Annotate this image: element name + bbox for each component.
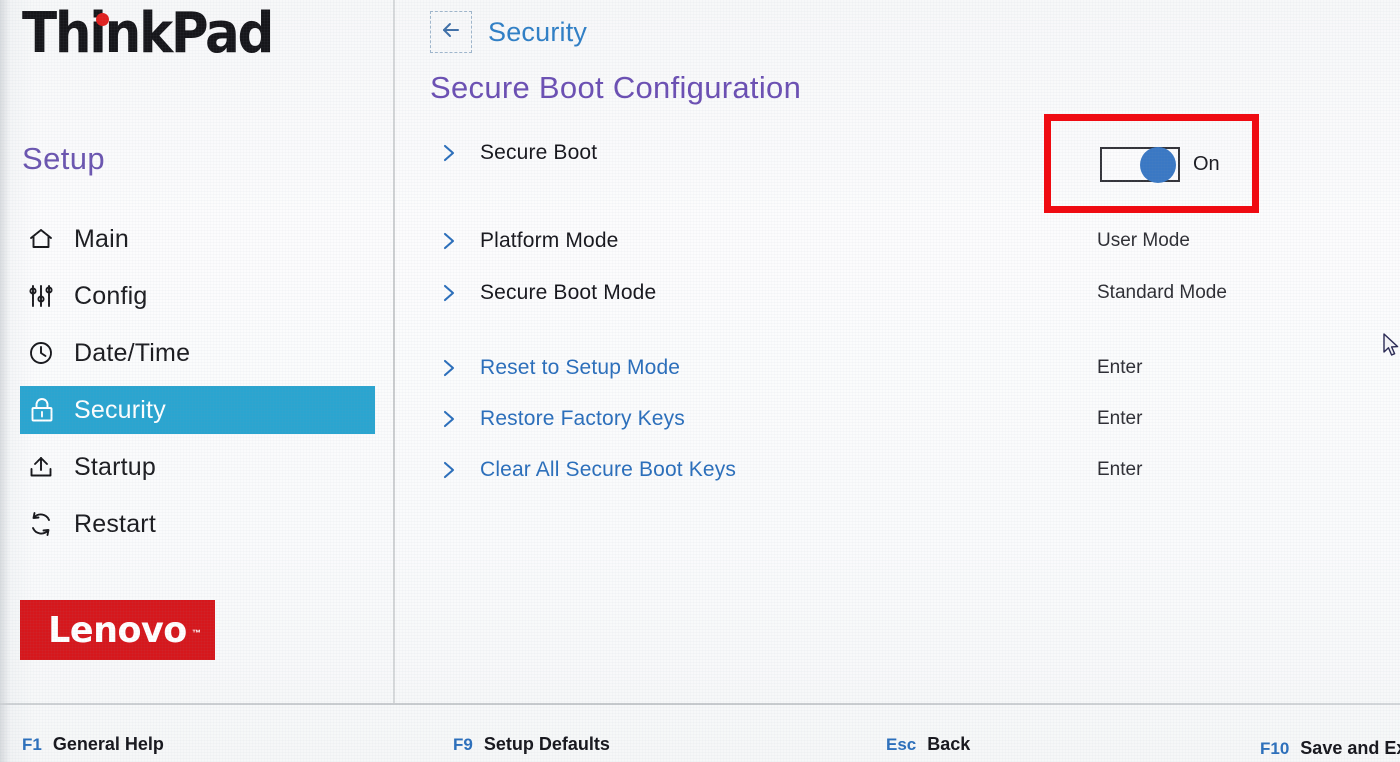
shortcut-key: Esc (886, 735, 917, 754)
bios-setup-screen: ThinkPad Setup Main Config Date/Time Sec… (0, 0, 1400, 762)
setting-value: Enter (1097, 459, 1143, 480)
lenovo-logo: Lenovo ™ (20, 600, 215, 660)
setting-value: Enter (1097, 357, 1143, 378)
chevron-right-icon (440, 143, 458, 163)
sidebar-item-restart[interactable]: Restart (0, 500, 394, 548)
sidebar-item-config[interactable]: Config (0, 272, 394, 320)
lenovo-trademark-mark: ™ (192, 628, 201, 638)
lenovo-logo-text: Lenovo (48, 609, 187, 651)
setting-value: Enter (1097, 408, 1143, 429)
upload-icon (28, 454, 62, 480)
shortcut-key: F1 (22, 735, 42, 754)
footer-shortcut-bar: F1 General Help F9 Setup Defaults Esc Ba… (0, 705, 1400, 762)
lock-icon (28, 396, 62, 424)
setting-label: Restore Factory Keys (480, 407, 685, 430)
shortcut-label: Back (927, 734, 971, 754)
shortcut-key: F9 (453, 735, 473, 754)
shortcut-back[interactable]: Esc Back (886, 734, 970, 755)
setup-title: Setup (22, 141, 106, 176)
secure-boot-toggle[interactable]: On (1100, 147, 1220, 183)
setting-row-reset-to-setup-mode[interactable]: Reset to Setup Mode Enter (394, 351, 1400, 385)
shortcut-label: Save and Exit (1300, 738, 1400, 758)
shortcut-general-help[interactable]: F1 General Help (22, 734, 164, 755)
setting-label: Reset to Setup Mode (480, 356, 681, 379)
shortcut-save-and-exit[interactable]: F10 Save and Exit (1260, 738, 1400, 759)
setting-row-secure-boot[interactable]: Secure Boot (394, 136, 1400, 170)
setting-row-restore-factory-keys[interactable]: Restore Factory Keys Enter (394, 402, 1400, 436)
mouse-cursor (1383, 333, 1400, 364)
sidebar-item-label: Main (74, 224, 129, 253)
shortcut-setup-defaults[interactable]: F9 Setup Defaults (453, 734, 610, 755)
chevron-right-icon (440, 460, 458, 480)
sidebar-item-label: Restart (74, 509, 156, 538)
main-content: Security Secure Boot Configuration Secur… (394, 0, 1400, 703)
sidebar-nav: Main Config Date/Time Security Startup R… (0, 215, 394, 557)
page-title: Secure Boot Configuration (430, 70, 802, 105)
thinkpad-logo-red-dot (96, 13, 109, 26)
chevron-right-icon (440, 283, 458, 303)
chevron-right-icon (440, 231, 458, 251)
refresh-icon (28, 511, 62, 537)
sidebar-item-label: Config (74, 281, 148, 310)
thinkpad-logo: ThinkPad (22, 1, 274, 66)
sidebar-item-security[interactable]: Security (20, 386, 375, 434)
setting-label: Platform Mode (480, 229, 619, 252)
setting-value: User Mode (1097, 230, 1190, 251)
setting-row-clear-all-secure-boot-keys[interactable]: Clear All Secure Boot Keys Enter (394, 453, 1400, 487)
home-icon (28, 226, 62, 252)
setting-row-secure-boot-mode[interactable]: Secure Boot Mode Standard Mode (394, 276, 1400, 310)
sidebar-item-label: Date/Time (74, 338, 191, 367)
toggle-knob[interactable] (1140, 147, 1176, 183)
shortcut-label: Setup Defaults (483, 734, 610, 754)
setting-label: Secure Boot Mode (480, 281, 657, 304)
shortcut-label: General Help (52, 734, 164, 754)
sidebar-item-label: Security (74, 395, 166, 424)
sidebar-item-startup[interactable]: Startup (0, 443, 394, 491)
back-arrow-icon (439, 18, 463, 47)
chevron-right-icon (440, 409, 458, 429)
sidebar-item-datetime[interactable]: Date/Time (0, 329, 394, 377)
back-button[interactable] (430, 11, 472, 53)
breadcrumb: Security (430, 11, 587, 53)
setting-label: Secure Boot (480, 141, 598, 164)
toggle-track[interactable] (1100, 147, 1180, 183)
setting-label: Clear All Secure Boot Keys (480, 458, 737, 481)
shortcut-key: F10 (1260, 739, 1290, 758)
setting-row-platform-mode[interactable]: Platform Mode User Mode (394, 224, 1400, 258)
setting-value: Standard Mode (1097, 282, 1227, 303)
sidebar-item-label: Startup (74, 452, 157, 481)
clock-icon (28, 340, 62, 366)
chevron-right-icon (440, 358, 458, 378)
sliders-icon (28, 283, 62, 309)
sidebar: ThinkPad Setup Main Config Date/Time Sec… (0, 0, 394, 703)
toggle-state-label: On (1193, 153, 1220, 175)
sidebar-item-main[interactable]: Main (0, 215, 394, 263)
breadcrumb-label[interactable]: Security (488, 17, 587, 48)
